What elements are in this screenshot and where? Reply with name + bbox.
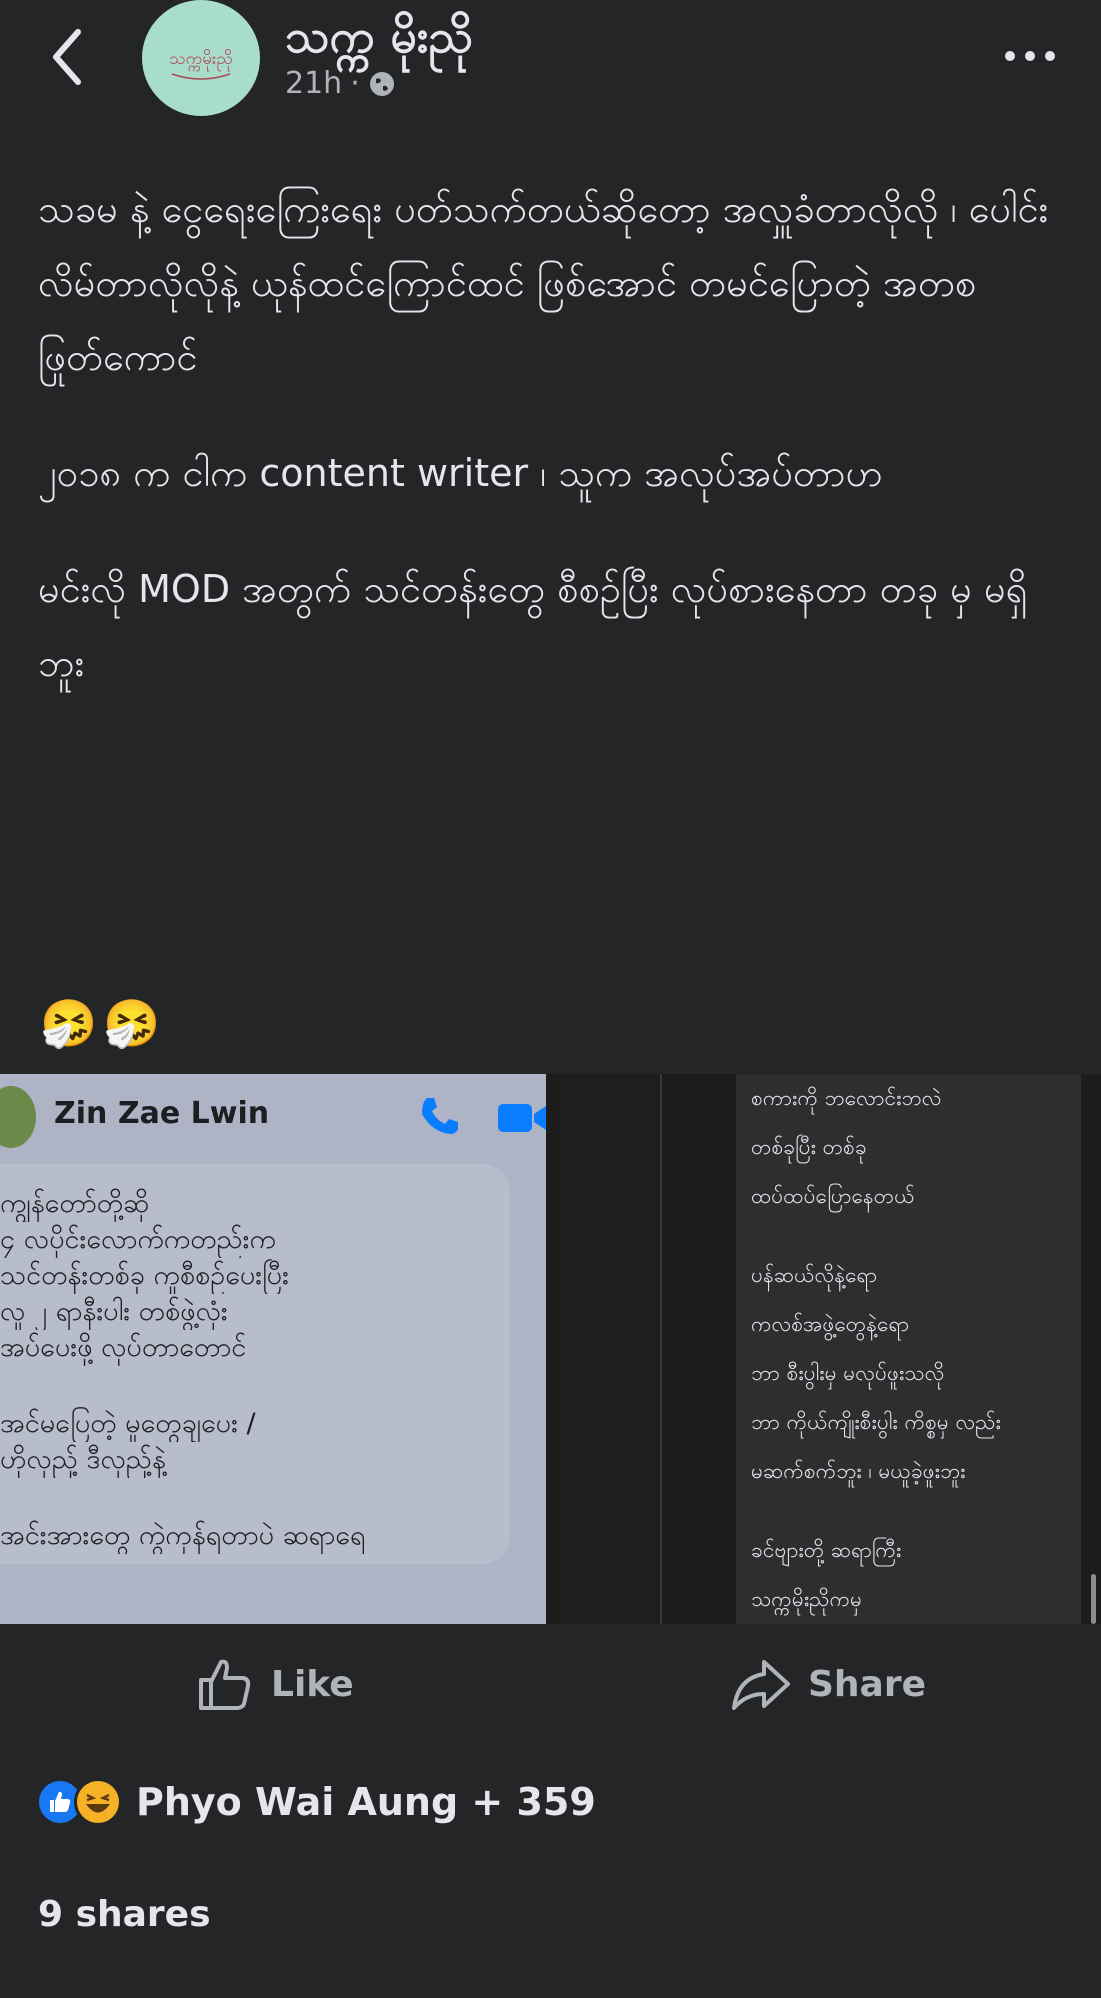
- message-line: အင်မပြေတဲ့ မှုတွေချပေး /: [0, 1408, 256, 1439]
- post-paragraph: မင်းလို MOD အတွက် သင်တန်းတွေ စီစဉ်ပြီး လ…: [38, 567, 1028, 685]
- like-label: Like: [271, 1663, 354, 1705]
- reactions-summary[interactable]: Phyo Wai Aung + 359: [36, 1776, 596, 1828]
- page-name[interactable]: သက္က မိုးညို: [285, 8, 473, 75]
- text-screenshot[interactable]: စကားကို ဘလောင်းဘလဲ တစ်ခုပြီး တစ်ခု ထပ်ထပ…: [736, 1074, 1081, 1624]
- message-line: အင်းအားတွေ ကွဲကုန်ရတာပဲ ဆရာရေ: [0, 1520, 366, 1551]
- message-line: လူ ၂ ရာနီးပါး တစ်ဖွဲ့လုံး: [0, 1296, 228, 1327]
- share-button[interactable]: Share: [730, 1652, 926, 1716]
- screenshot-line: စကားကို ဘလောင်းဘလဲ: [751, 1086, 942, 1110]
- message-line: သင်တန်းတစ်ခု ကူစီစဉ်ပေးပြီး: [0, 1260, 289, 1291]
- share-label: Share: [808, 1663, 927, 1705]
- screenshot-line: ကလစ်အဖွဲ့တွေနဲ့ရော: [751, 1312, 910, 1336]
- contact-name: Zin Zae Lwin: [54, 1096, 270, 1131]
- screenshot-line: ထပ်ထပ်ပြောနေတယ်: [751, 1184, 915, 1208]
- screenshot-line: ဘာ ကိုယ်ကျိုးစီးပွါး ကိစ္စမှ လည်း: [751, 1410, 1001, 1434]
- reactions-text: Phyo Wai Aung + 359: [136, 1780, 596, 1824]
- sneezing-face-emoji: 🤧: [40, 996, 98, 1050]
- more-dots-icon: [1005, 51, 1055, 61]
- screenshot-line: ပန်ဆယ်လိုနဲ့ရော: [751, 1263, 878, 1287]
- message-line: အပ်ပေးဖို့ လုပ်တာတောင်: [0, 1332, 247, 1363]
- post-media[interactable]: Zin Zae Lwin ကျွန်တော်တို့ဆို ၄ လပိုင်းလ…: [0, 1074, 1101, 1624]
- screenshot-line: တစ်ခုပြီး တစ်ခု: [751, 1135, 867, 1159]
- post-paragraph: ၂၀၁၈ က ငါက content writer ၊ သူက အလုပ်အပ်…: [38, 451, 883, 495]
- post-page: သက္ကမိုးညို သက္က မိုးညို 21h · သခမ နဲ့ င…: [0, 0, 1101, 1998]
- chat-header: Zin Zae Lwin: [0, 1074, 546, 1160]
- post-emoji-line: 🤧 🤧: [40, 996, 161, 1054]
- like-button[interactable]: Like: [195, 1652, 354, 1716]
- screenshot-line: သက္ကမိုးညိုကမှ: [751, 1587, 863, 1611]
- video-camera-icon: [498, 1104, 546, 1132]
- screenshot-line: ခင်ဗျားတို့ ဆရာကြီး: [751, 1538, 902, 1562]
- message-line: ကျွန်တော်တို့ဆို: [0, 1188, 150, 1219]
- page-avatar[interactable]: သက္ကမိုးညို: [142, 0, 260, 116]
- screenshot-line: ဘာ စီးပွါးမှ မလုပ်ဖူးသလို: [751, 1361, 945, 1385]
- contact-avatar: [0, 1086, 36, 1148]
- shares-count[interactable]: 9 shares: [38, 1894, 211, 1935]
- media-dark-panel: [558, 1074, 662, 1624]
- message-text: ကျွန်တော်တို့ဆို ၄ လပိုင်းလောက်ကတည်းက သင…: [0, 1186, 546, 1554]
- message-line: ဟိုလုညှ့် ဒီလုညှ့်နဲ့: [0, 1444, 166, 1475]
- more-options-button[interactable]: [998, 30, 1062, 80]
- phone-icon: [422, 1098, 458, 1134]
- thumbs-up-icon: [199, 1659, 251, 1710]
- post-paragraph: သခမ နဲ့ ငွေရေးကြေးရေး ပတ်သက်တယ်ဆိုတော့ အ…: [38, 187, 1049, 379]
- svg-text:သက္ကမိုးညို: သက္ကမိုးညို: [169, 49, 233, 72]
- action-bar: Like Share: [0, 1644, 1101, 1724]
- meta-separator: ·: [350, 66, 360, 101]
- post-time[interactable]: 21h: [285, 66, 342, 101]
- sneezing-face-emoji: 🤧: [103, 996, 161, 1050]
- post-body: သခမ နဲ့ ငွေရေးကြေးရေး ပတ်သက်တယ်ဆိုတော့ အ…: [38, 172, 1068, 742]
- screenshot-text: စကားကို ဘလောင်းဘလဲ တစ်ခုပြီး တစ်ခု ထပ်ထပ…: [751, 1074, 1081, 1624]
- post-header: သက္ကမိုးညို သက္က မိုးညို 21h ·: [0, 0, 1101, 140]
- screenshot-line: မဆက်စက်ဘူး ၊ မယူခဲ့ဖူးဘူး: [751, 1459, 966, 1483]
- back-button[interactable]: [40, 22, 100, 92]
- message-line: ၄ လပိုင်းလောက်ကတည်းက: [0, 1224, 276, 1255]
- haha-reaction-icon: [74, 1778, 122, 1826]
- messenger-screenshot[interactable]: Zin Zae Lwin ကျွန်တော်တို့ဆို ၄ လပိုင်းလ…: [0, 1074, 546, 1624]
- chevron-left-icon: [53, 29, 81, 85]
- post-meta: 21h ·: [285, 66, 396, 101]
- share-arrow-icon: [732, 1660, 790, 1710]
- globe-icon: [369, 71, 394, 96]
- media-scrollbar[interactable]: [1091, 1574, 1096, 1624]
- media-dark-panel: [664, 1074, 736, 1624]
